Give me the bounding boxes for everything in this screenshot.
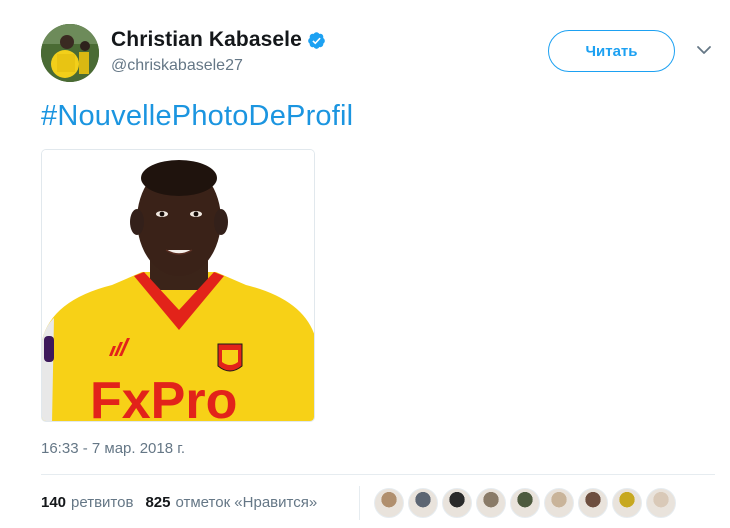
tweet-photo[interactable]: FxPro (41, 149, 315, 422)
player-photo: FxPro (42, 150, 314, 422)
liker-avatar[interactable] (612, 488, 642, 518)
tweet-stats: 140 ретвитов 825 отметок «Нравится» (41, 486, 360, 520)
retweet-stat[interactable]: 140 ретвитов (41, 494, 133, 511)
avatar[interactable] (41, 24, 99, 82)
liker-avatar[interactable] (374, 488, 404, 518)
liker-avatar[interactable] (510, 488, 540, 518)
liker-avatar[interactable] (646, 488, 676, 518)
display-name[interactable]: Christian Kabasele (111, 28, 302, 52)
liker-avatar[interactable] (442, 488, 472, 518)
like-stat[interactable]: 825 отметок «Нравится» (145, 494, 317, 511)
like-label: отметок «Нравится» (175, 494, 318, 511)
user-info: Christian Kabasele @chriskabasele27 (111, 28, 326, 75)
user-handle[interactable]: @chriskabasele27 (111, 57, 326, 75)
follow-button[interactable]: Читать (548, 30, 675, 72)
tweet-timestamp[interactable]: 16:33 - 7 мар. 2018 г. (41, 440, 185, 457)
liker-avatar[interactable] (578, 488, 608, 518)
liker-avatars (374, 488, 680, 518)
liker-avatar[interactable] (476, 488, 506, 518)
like-count: 825 (145, 494, 171, 511)
hashtag-link[interactable]: #NouvellePhotoDeProfil (41, 100, 353, 133)
avatar-photo (41, 24, 99, 82)
svg-text:FxPro: FxPro (90, 372, 237, 422)
verified-badge-icon (308, 32, 325, 49)
divider (41, 474, 715, 475)
retweet-count: 140 (41, 494, 67, 511)
retweet-label: ретвитов (71, 494, 134, 511)
chevron-down-icon[interactable] (696, 44, 712, 56)
liker-avatar[interactable] (408, 488, 438, 518)
liker-avatar[interactable] (544, 488, 574, 518)
stats-divider (359, 486, 360, 520)
